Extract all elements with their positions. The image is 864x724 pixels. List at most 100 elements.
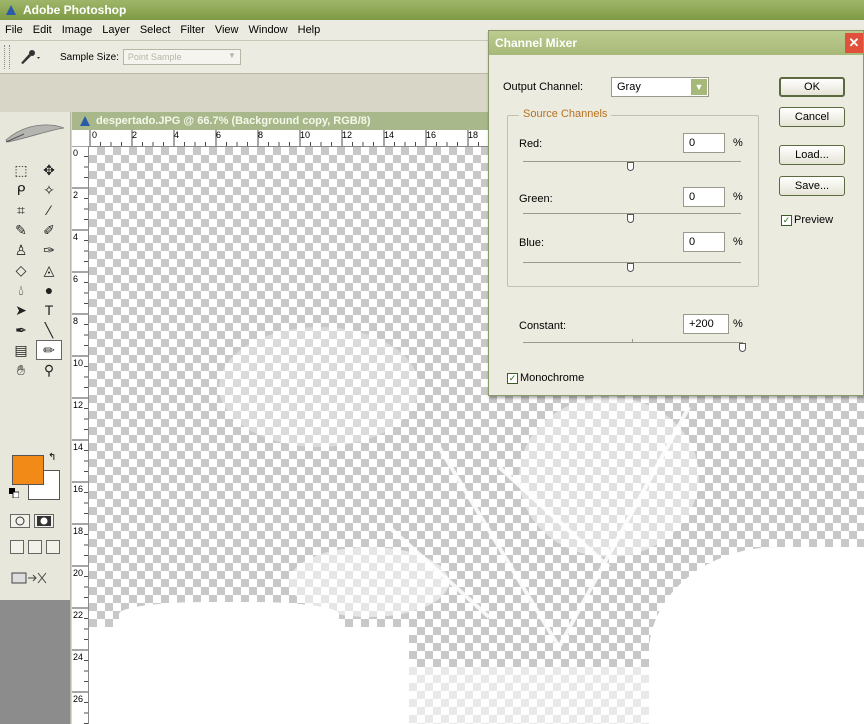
dialog-title: Channel Mixer bbox=[495, 36, 578, 50]
feather-logo-icon bbox=[5, 124, 65, 143]
tool-preset-picker[interactable] bbox=[10, 48, 50, 66]
ruler-left-label: 24 bbox=[73, 652, 84, 662]
zoom-tool-icon[interactable]: ⚲ bbox=[36, 360, 62, 380]
ruler-left-label: 20 bbox=[73, 568, 84, 578]
sample-size-value: Point Sample bbox=[127, 52, 182, 62]
preview-checkbox[interactable]: ✓ bbox=[781, 215, 792, 226]
constant-slider-track[interactable] bbox=[523, 342, 743, 343]
history-brush-tool-icon[interactable]: ✑ bbox=[36, 240, 62, 260]
constant-slider-thumb[interactable] bbox=[739, 343, 746, 352]
red-input[interactable]: 0 bbox=[683, 133, 725, 153]
green-slider-thumb[interactable] bbox=[627, 214, 634, 223]
brush-tool-icon[interactable]: ✐ bbox=[36, 220, 62, 240]
line-tool-icon[interactable]: ╲ bbox=[36, 320, 62, 340]
quick-mask-mode-button[interactable] bbox=[34, 514, 54, 528]
full-screen-mode-button[interactable] bbox=[46, 540, 60, 554]
ruler-top-label: 0 bbox=[92, 130, 98, 140]
ruler-left-label: 6 bbox=[73, 274, 79, 284]
constant-label: Constant: bbox=[519, 320, 567, 332]
ruler-left-label: 22 bbox=[73, 610, 84, 620]
full-screen-menu-mode-button[interactable] bbox=[28, 540, 42, 554]
chevron-down-icon: ▼ bbox=[227, 51, 236, 60]
swap-colors-icon[interactable]: ↰ bbox=[48, 452, 56, 463]
type-tool-icon[interactable]: T bbox=[36, 300, 62, 320]
blur-tool-icon[interactable]: 💧︎ bbox=[8, 280, 34, 300]
menu-edit[interactable]: Edit bbox=[28, 24, 57, 36]
slice-tool-icon[interactable]: ⁄ bbox=[36, 200, 62, 220]
hand-tool-icon[interactable]: ✋︎ bbox=[8, 360, 34, 380]
vertical-ruler[interactable]: 0 2 4 6 8 10 12 14 16 18 20 22 24 26 bbox=[72, 146, 89, 724]
output-channel-value: Gray bbox=[617, 81, 641, 93]
ruler-top-label: 16 bbox=[426, 130, 437, 140]
preview-label: Preview bbox=[794, 214, 834, 226]
marquee-tool-icon[interactable]: ⬚ bbox=[8, 160, 34, 180]
crop-tool-icon[interactable]: ⌗ bbox=[8, 200, 34, 220]
document-title: despertado.JPG @ 66.7% (Background copy,… bbox=[96, 115, 371, 127]
ruler-top-label: 14 bbox=[384, 130, 395, 140]
dialog-title-bar[interactable]: Channel Mixer bbox=[489, 31, 863, 55]
close-icon[interactable]: ✕ bbox=[845, 33, 863, 53]
document-title-bar[interactable]: despertado.JPG @ 66.7% (Background copy,… bbox=[72, 112, 492, 130]
menu-layer[interactable]: Layer bbox=[97, 24, 135, 36]
eraser-tool-icon[interactable]: ◇ bbox=[8, 260, 34, 280]
ruler-left-label: 10 bbox=[73, 358, 84, 368]
notes-tool-icon[interactable]: ▤ bbox=[8, 340, 34, 360]
output-channel-select[interactable]: Gray ▼ bbox=[611, 77, 709, 97]
default-colors-icon[interactable] bbox=[9, 488, 19, 498]
green-label: Green: bbox=[519, 193, 553, 205]
menu-help[interactable]: Help bbox=[293, 24, 326, 36]
eyedropper-tool-icon[interactable]: ✏ bbox=[36, 340, 62, 360]
blue-label: Blue: bbox=[519, 237, 545, 249]
app-title: Adobe Photoshop bbox=[23, 3, 127, 17]
ruler-left-label: 8 bbox=[73, 316, 79, 326]
healing-brush-tool-icon[interactable]: ✎ bbox=[8, 220, 34, 240]
app-title-bar: Adobe Photoshop bbox=[0, 0, 864, 20]
move-tool-icon[interactable]: ✥ bbox=[36, 160, 62, 180]
ruler-left-label: 18 bbox=[73, 526, 84, 536]
ruler-left-label: 4 bbox=[73, 232, 79, 242]
red-slider-thumb[interactable] bbox=[627, 162, 634, 171]
ok-button[interactable]: OK bbox=[779, 77, 845, 97]
constant-percent: % bbox=[733, 318, 743, 330]
eyedropper-icon bbox=[21, 50, 40, 64]
jump-to-imageready-button[interactable] bbox=[10, 570, 50, 584]
paint-bucket-tool-icon[interactable]: ◬ bbox=[36, 260, 62, 280]
cancel-button[interactable]: Cancel bbox=[779, 107, 845, 127]
ruler-top-label: 8 bbox=[258, 130, 264, 140]
constant-input[interactable]: +200 bbox=[683, 314, 729, 334]
load-button[interactable]: Load... bbox=[779, 145, 845, 165]
menu-image[interactable]: Image bbox=[57, 24, 98, 36]
save-button[interactable]: Save... bbox=[779, 176, 845, 196]
blue-slider-thumb[interactable] bbox=[627, 263, 634, 272]
pen-tool-icon[interactable]: ✒ bbox=[8, 320, 34, 340]
menu-view[interactable]: View bbox=[210, 24, 244, 36]
ruler-top-label: 12 bbox=[342, 130, 353, 140]
lasso-tool-icon[interactable]: ᑭ bbox=[8, 180, 34, 200]
foreground-color-swatch[interactable] bbox=[12, 455, 44, 485]
clone-stamp-tool-icon[interactable]: ♙ bbox=[8, 240, 34, 260]
quick-mask-icon bbox=[37, 516, 51, 526]
sample-size-select[interactable]: Point Sample ▼ bbox=[122, 49, 241, 65]
output-channel-label: Output Channel: bbox=[503, 81, 584, 93]
dodge-tool-icon[interactable]: ● bbox=[36, 280, 62, 300]
monochrome-checkbox[interactable]: ✓ bbox=[507, 373, 518, 384]
path-selection-tool-icon[interactable]: ➤ bbox=[8, 300, 34, 320]
blue-input[interactable]: 0 bbox=[683, 232, 725, 252]
green-value: 0 bbox=[689, 191, 696, 203]
imageready-row bbox=[10, 570, 50, 584]
magic-wand-tool-icon[interactable]: ✧ bbox=[36, 180, 62, 200]
standard-screen-mode-button[interactable] bbox=[10, 540, 24, 554]
standard-mode-button[interactable] bbox=[10, 514, 30, 528]
menu-window[interactable]: Window bbox=[244, 24, 293, 36]
menu-filter[interactable]: Filter bbox=[175, 24, 209, 36]
menu-select[interactable]: Select bbox=[135, 24, 176, 36]
green-input[interactable]: 0 bbox=[683, 187, 725, 207]
red-label: Red: bbox=[519, 138, 543, 150]
ruler-top-label: 18 bbox=[468, 130, 479, 140]
ruler-left-label: 2 bbox=[73, 190, 79, 200]
toolbox-empty-area bbox=[0, 600, 70, 724]
source-channels-label: Source Channels bbox=[519, 108, 612, 120]
photoshop-logo-icon bbox=[6, 5, 16, 15]
menu-file[interactable]: File bbox=[0, 24, 28, 36]
ruler-top-label: 10 bbox=[300, 130, 311, 140]
